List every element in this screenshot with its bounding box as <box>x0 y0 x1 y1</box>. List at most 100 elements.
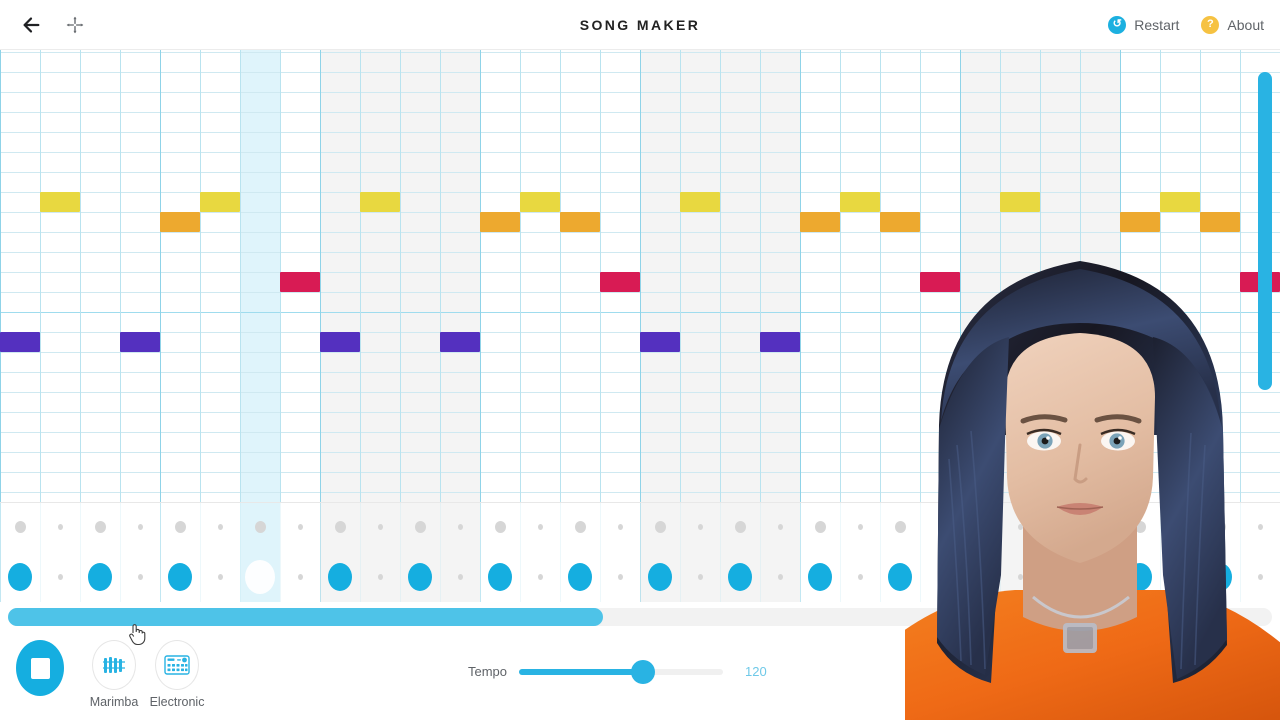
percussion-cell-kick[interactable] <box>1120 551 1160 603</box>
vertical-scrollbar[interactable] <box>1258 72 1272 390</box>
percussion-cell-snare[interactable] <box>280 503 320 551</box>
note-yellow[interactable] <box>520 192 560 212</box>
percussion-cell-kick[interactable] <box>680 551 720 603</box>
percussion-cell-kick[interactable] <box>840 551 880 603</box>
percussion-cell-kick[interactable] <box>1200 551 1240 603</box>
percussion-cell-snare[interactable] <box>1200 503 1240 551</box>
note-pink[interactable] <box>920 272 960 292</box>
note-purple[interactable] <box>760 332 800 352</box>
percussion-cell-kick[interactable] <box>200 551 240 603</box>
about-button[interactable]: ? About <box>1201 15 1264 34</box>
percussion-cell-snare[interactable] <box>600 503 640 551</box>
percussion-cell-snare[interactable] <box>200 503 240 551</box>
note-pink[interactable] <box>280 272 320 292</box>
note-purple[interactable] <box>320 332 360 352</box>
percussion-grid[interactable] <box>0 502 1280 602</box>
back-arrow-icon[interactable] <box>16 10 46 40</box>
percussion-cell-kick[interactable] <box>1160 551 1200 603</box>
percussion-cell-kick[interactable] <box>400 551 440 603</box>
percussion-cell-kick[interactable] <box>720 551 760 603</box>
percussion-cell-snare[interactable] <box>1000 503 1040 551</box>
percussion-cell-snare[interactable] <box>720 503 760 551</box>
percussion-cell-kick[interactable] <box>960 551 1000 603</box>
percussion-cell-snare[interactable] <box>80 503 120 551</box>
note-orange[interactable] <box>560 212 600 232</box>
melody-grid[interactable] <box>0 50 1280 513</box>
percussion-cell-kick[interactable] <box>920 551 960 603</box>
tempo-slider[interactable] <box>519 659 724 684</box>
percussion-cell-snare[interactable] <box>800 503 840 551</box>
percussion-cell-snare[interactable] <box>1040 503 1080 551</box>
percussion-cell-kick[interactable] <box>800 551 840 603</box>
note-yellow[interactable] <box>680 192 720 212</box>
percussion-cell-kick[interactable] <box>560 551 600 603</box>
horizontal-scrollbar-track[interactable] <box>8 608 1272 626</box>
percussion-cell-snare[interactable] <box>0 503 40 551</box>
percussion-cell-snare[interactable] <box>1120 503 1160 551</box>
percussion-cell-kick[interactable] <box>40 551 80 603</box>
percussion-cell-kick[interactable] <box>280 551 320 603</box>
note-yellow[interactable] <box>360 192 400 212</box>
percussion-cell-kick[interactable] <box>1080 551 1120 603</box>
percussion-cell-snare[interactable] <box>560 503 600 551</box>
percussion-cell-kick[interactable] <box>80 551 120 603</box>
percussion-cell-kick[interactable] <box>0 551 40 603</box>
percussion-cell-kick[interactable] <box>880 551 920 603</box>
restart-button[interactable]: ↺ Restart <box>1108 15 1179 34</box>
percussion-cell-snare[interactable] <box>880 503 920 551</box>
instrument-marimba[interactable]: Marimba <box>88 640 140 709</box>
percussion-cell-kick[interactable] <box>1000 551 1040 603</box>
horizontal-scrollbar-thumb[interactable] <box>8 608 603 626</box>
percussion-cell-snare[interactable] <box>960 503 1000 551</box>
note-purple[interactable] <box>640 332 680 352</box>
percussion-cell-snare[interactable] <box>480 503 520 551</box>
percussion-cell-snare[interactable] <box>440 503 480 551</box>
note-yellow[interactable] <box>1160 192 1200 212</box>
percussion-cell-kick[interactable] <box>360 551 400 603</box>
note-yellow[interactable] <box>40 192 80 212</box>
note-pink[interactable] <box>600 272 640 292</box>
note-yellow[interactable] <box>200 192 240 212</box>
note-orange[interactable] <box>880 212 920 232</box>
sequencer-grid[interactable] <box>0 50 1280 603</box>
percussion-cell-kick[interactable] <box>1040 551 1080 603</box>
percussion-cell-kick[interactable] <box>320 551 360 603</box>
percussion-cell-snare[interactable] <box>400 503 440 551</box>
note-yellow[interactable] <box>840 192 880 212</box>
percussion-cell-snare[interactable] <box>160 503 200 551</box>
percussion-cell-snare[interactable] <box>120 503 160 551</box>
percussion-cell-kick[interactable] <box>520 551 560 603</box>
percussion-cell-kick[interactable] <box>640 551 680 603</box>
note-orange[interactable] <box>800 212 840 232</box>
move-arrows-icon[interactable] <box>60 10 90 40</box>
percussion-cell-snare[interactable] <box>640 503 680 551</box>
note-purple[interactable] <box>440 332 480 352</box>
note-yellow[interactable] <box>1000 192 1040 212</box>
note-purple[interactable] <box>120 332 160 352</box>
percussion-cell-snare[interactable] <box>920 503 960 551</box>
percussion-cell-snare[interactable] <box>520 503 560 551</box>
percussion-cell-snare[interactable] <box>840 503 880 551</box>
percussion-cell-snare[interactable] <box>760 503 800 551</box>
tempo-slider-knob[interactable] <box>631 659 656 684</box>
percussion-cell-kick[interactable] <box>600 551 640 603</box>
percussion-cell-kick[interactable] <box>240 551 280 603</box>
percussion-cell-snare[interactable] <box>1240 503 1280 551</box>
percussion-cell-kick[interactable] <box>480 551 520 603</box>
note-orange[interactable] <box>480 212 520 232</box>
percussion-cell-snare[interactable] <box>360 503 400 551</box>
percussion-cell-kick[interactable] <box>160 551 200 603</box>
percussion-cell-snare[interactable] <box>320 503 360 551</box>
percussion-cell-kick[interactable] <box>440 551 480 603</box>
note-orange[interactable] <box>1120 212 1160 232</box>
play-stop-button[interactable] <box>16 640 64 696</box>
note-orange[interactable] <box>160 212 200 232</box>
note-orange[interactable] <box>1200 212 1240 232</box>
instrument-electronic[interactable]: Electronic <box>150 640 204 709</box>
percussion-cell-kick[interactable] <box>760 551 800 603</box>
percussion-cell-snare[interactable] <box>40 503 80 551</box>
percussion-cell-snare[interactable] <box>1080 503 1120 551</box>
percussion-cell-kick[interactable] <box>1240 551 1280 603</box>
percussion-cell-snare[interactable] <box>240 503 280 551</box>
percussion-cell-snare[interactable] <box>680 503 720 551</box>
